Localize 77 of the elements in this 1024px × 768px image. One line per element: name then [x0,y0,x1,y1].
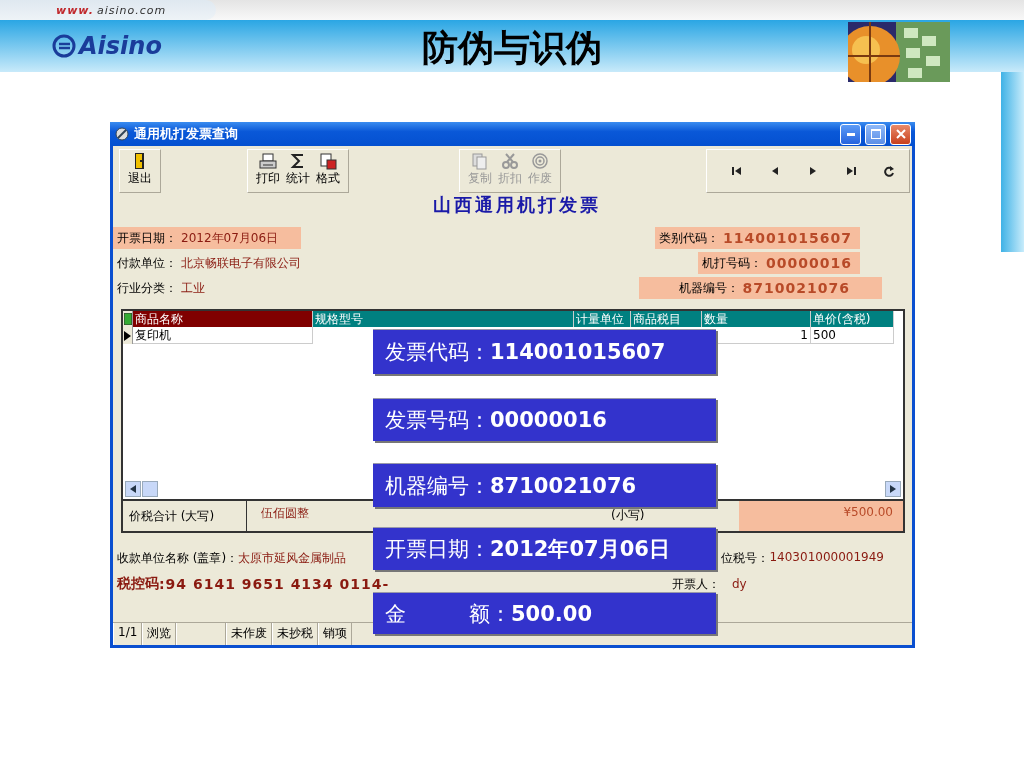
table-cell: 500 [811,327,894,344]
window-title: 通用机打发票查询 [134,125,239,143]
callout-tooltip: 开票日期：2012年07月06日 [373,527,716,570]
scroll-left-button[interactable] [125,481,141,497]
field-value: 工业 [181,279,205,297]
row-pointer-icon [124,330,131,341]
tax-code: :94 6141 9651 4134 0114- [159,576,391,592]
toolbar-button[interactable]: 打印 [256,152,280,190]
scroll-thumb[interactable] [142,481,158,497]
total-amount: ¥500.00 [739,501,903,531]
refresh-icon [883,165,895,177]
scroll-right-button[interactable] [885,481,901,497]
totals-label: 价税合计 (大写) [129,507,215,525]
copy-icon [471,152,489,170]
url-prefix: www. [56,3,94,17]
left-arrow-icon [130,485,136,493]
column-header[interactable]: 单价(含税) [811,311,894,327]
document-icon [319,152,337,170]
issuer-label: 开票人： [672,575,721,593]
url-text: aisino.com [96,3,167,17]
maximize-button[interactable] [865,123,886,145]
status-cell: 浏览 [142,623,177,645]
scissors-icon [501,152,519,170]
field-label: 开票日期： [117,229,177,247]
field-value: 北京畅联电子有限公司 [181,254,301,272]
field-label: 机打号码： [702,254,763,272]
field-label: 机器编号： [678,279,739,297]
toolbar-button[interactable]: 退出 [128,152,152,190]
navigation-button[interactable] [883,165,895,177]
column-header[interactable]: 商品名称 [133,311,313,327]
close-button[interactable] [890,123,911,145]
column-header[interactable]: 商品税目 [631,311,702,327]
tax-code-label: 税控码 [117,575,159,593]
last-record-icon [845,165,857,177]
tax-id-label: 位税号： [721,549,770,567]
status-cell: 销项 [318,623,353,645]
issuer-name: dy [732,577,747,591]
table-cell: 复印机 [133,327,313,344]
small-amount-label: (小写) [611,508,645,522]
navigation-button[interactable] [845,165,857,177]
callout-tooltip: 机器编号：8710021076 [373,463,716,507]
field-value: 2012年07月06日 [181,229,279,247]
status-cell: 未抄税 [272,623,319,645]
callout-tooltip: 发票代码：114001015607 [373,329,716,374]
status-cell: 未作废 [226,623,273,645]
minimize-icon [846,132,855,136]
payee-label: 收款单位名称 (盖章)： [117,549,239,567]
field-label: 行业分类： [117,279,177,297]
payee-name: 太原市延风金属制品 [238,549,347,567]
close-icon [895,129,906,139]
form-title: 山西通用机打发票 [432,194,601,215]
slide-title: 防伪与识伪 [422,25,602,70]
field-value: 8710021076 [742,280,850,296]
maximize-icon [870,129,881,139]
printer-icon [259,152,277,170]
logo-text: Aisino [79,32,162,60]
column-header[interactable]: 数量 [702,311,811,327]
minimize-button[interactable] [840,123,861,145]
toolbar-button[interactable]: 格式 [316,152,340,190]
column-header[interactable]: 计量单位 [574,311,631,327]
right-arrow-icon [890,485,896,493]
callout-tooltip: 发票号码：00000016 [373,398,716,441]
first-record-icon [731,165,743,177]
field-label: 类别代码： [659,229,720,247]
navigation-button[interactable] [731,165,743,177]
column-header[interactable]: 规格型号 [313,311,574,327]
app-icon [114,126,130,142]
status-cell: 1/1 [113,623,143,645]
disc-icon [531,152,549,170]
tax-id: 140301000001949 [769,549,884,566]
logo-icon [52,34,76,58]
field-value: 114001015607 [723,230,852,246]
field-label: 付款单位： [117,254,177,272]
field-value: 00000016 [766,255,852,271]
amount-in-words: 伍佰圆整 [261,506,309,520]
callout-tooltip: 金 额：500.00 [373,592,716,634]
toolbar-button[interactable]: 统计 [286,152,310,190]
